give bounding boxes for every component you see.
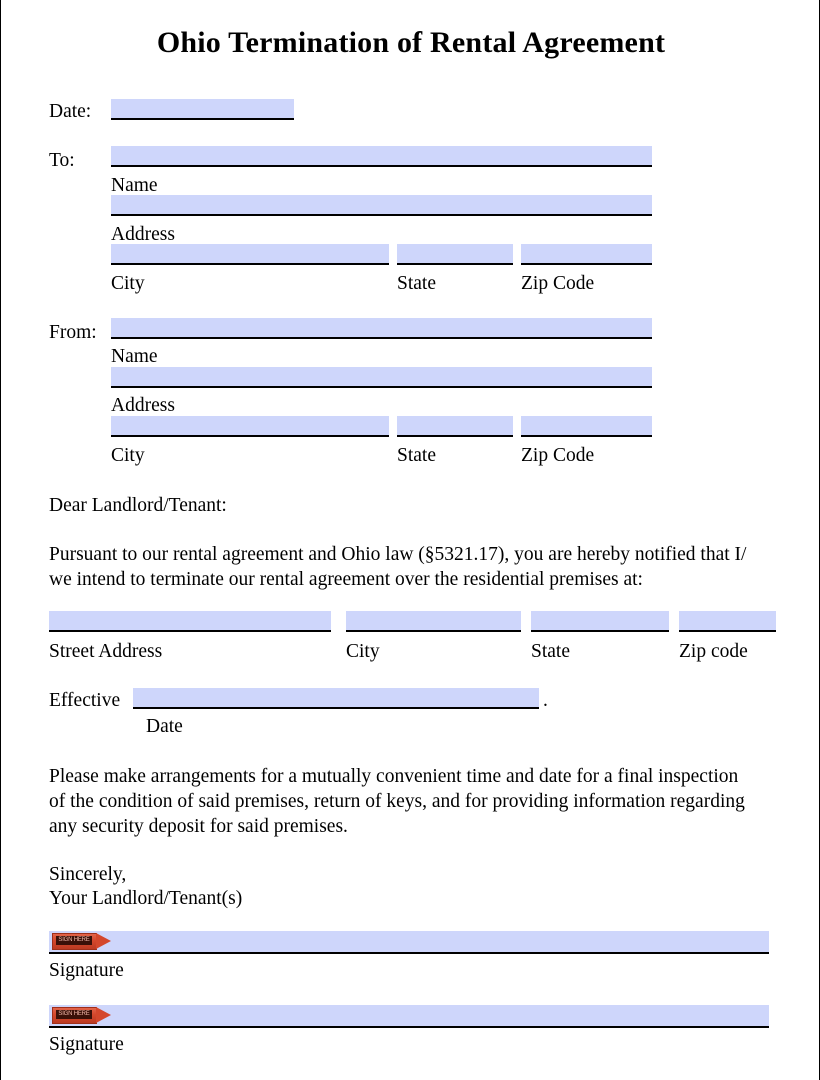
signature-caption-1: Signature: [49, 960, 124, 981]
signature-input-1[interactable]: SIGN HERE: [49, 931, 769, 954]
premises-state-input[interactable]: [531, 611, 669, 632]
paragraph-one-line-one: Pursuant to our rental agreement and Ohi…: [49, 544, 747, 565]
premises-street-input[interactable]: [49, 611, 331, 632]
sign-here-tag-icon[interactable]: SIGN HERE: [52, 933, 112, 950]
to-name-input[interactable]: [111, 146, 652, 167]
signature-caption-2: Signature: [49, 1034, 124, 1055]
from-zip-caption: Zip Code: [521, 445, 595, 466]
to-label: To:: [49, 150, 75, 171]
sign-here-tag-label-2: SIGN HERE: [56, 1010, 92, 1019]
premises-zip-caption: Zip code: [679, 641, 748, 662]
to-city-input[interactable]: [111, 244, 389, 265]
from-label: From:: [49, 322, 97, 343]
to-address-caption: Address: [111, 224, 175, 245]
document-page: Ohio Termination of Rental Agreement Dat…: [0, 0, 820, 1080]
signature-input-2[interactable]: SIGN HERE: [49, 1005, 769, 1028]
effective-date-input[interactable]: [133, 688, 539, 709]
page-title: Ohio Termination of Rental Agreement: [156, 26, 666, 59]
premises-city-caption: City: [346, 641, 380, 662]
to-city-caption: City: [111, 273, 145, 294]
premises-state-caption: State: [531, 641, 570, 662]
effective-label: Effective: [49, 690, 121, 711]
sign-here-tag-arrow-2: [96, 1007, 111, 1023]
from-city-input[interactable]: [111, 416, 389, 437]
effective-date-caption: Date: [146, 716, 183, 737]
effective-period: .: [543, 690, 548, 711]
from-address-input[interactable]: [111, 367, 652, 388]
closing-sincerely: Sincerely,: [49, 864, 127, 885]
to-state-input[interactable]: [397, 244, 513, 265]
paragraph-two-line-two: of the condition of said premises, retur…: [49, 791, 745, 812]
sign-here-tag-icon-2[interactable]: SIGN HERE: [52, 1007, 112, 1024]
from-state-caption: State: [397, 445, 436, 466]
from-name-input[interactable]: [111, 318, 652, 339]
to-zip-caption: Zip Code: [521, 273, 595, 294]
to-address-input[interactable]: [111, 195, 652, 216]
to-name-caption: Name: [111, 175, 158, 196]
from-state-input[interactable]: [397, 416, 513, 437]
premises-street-caption: Street Address: [49, 641, 163, 662]
to-state-caption: State: [397, 273, 436, 294]
from-city-caption: City: [111, 445, 145, 466]
from-name-caption: Name: [111, 346, 158, 367]
date-label: Date:: [49, 101, 92, 122]
premises-city-input[interactable]: [346, 611, 521, 632]
sign-here-tag-arrow: [96, 933, 111, 949]
salutation-text: Dear Landlord/Tenant:: [49, 495, 227, 516]
from-address-caption: Address: [111, 395, 175, 416]
to-zip-input[interactable]: [521, 244, 652, 265]
sign-here-tag-label: SIGN HERE: [56, 936, 92, 945]
premises-zip-input[interactable]: [679, 611, 776, 632]
closing-signer-role: Your Landlord/Tenant(s): [49, 888, 243, 909]
paragraph-two-line-one: Please make arrangements for a mutually …: [49, 766, 739, 787]
paragraph-two-line-three: any security deposit for said premises.: [49, 816, 348, 837]
paragraph-one-line-two: we intend to terminate our rental agreem…: [49, 569, 643, 590]
from-zip-input[interactable]: [521, 416, 652, 437]
date-input[interactable]: [111, 99, 294, 120]
